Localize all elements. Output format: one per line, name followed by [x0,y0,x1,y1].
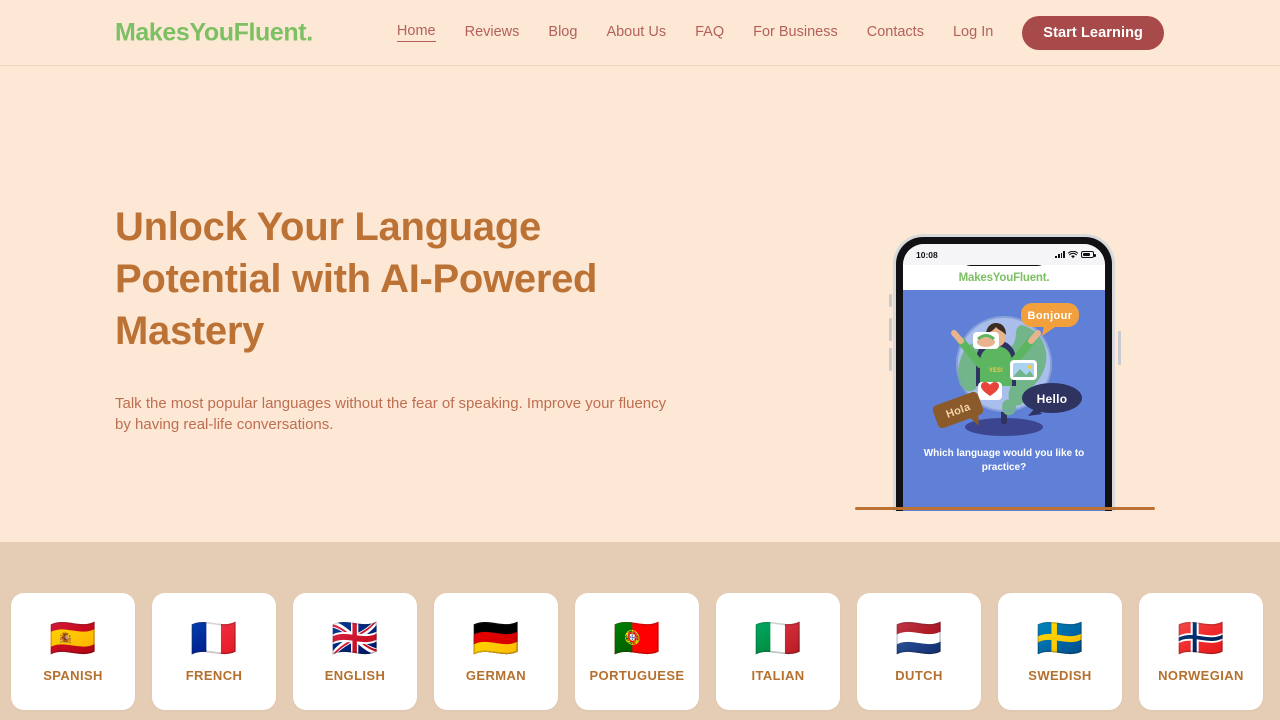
nav-item-about-us[interactable]: About Us [606,24,666,42]
language-card-label: SWEDISH [1028,668,1092,683]
site-header: MakesYouFluent. Home Reviews Blog About Us F… [0,0,1280,66]
status-time: 10:08 [916,249,938,260]
language-card-swedish[interactable]: 🇸🇪 SWEDISH [998,593,1122,710]
wifi-icon [1068,250,1078,258]
page-title: Unlock Your Language Potential with AI-P… [115,205,598,353]
language-card-label: PORTUGUESE [589,668,685,683]
app-content: YES! Bonjour Hello Hola Which language w… [903,290,1105,511]
flag-icon-swedish: 🇸🇪 [1036,618,1084,660]
svg-text:Bonjour: Bonjour [1028,310,1073,322]
language-card-german[interactable]: 🇩🇪 GERMAN [434,593,558,710]
signal-icon [1055,251,1065,258]
language-card-list: 🇪🇸 SPANISH 🇫🇷 FRENCH 🇬🇧 ENGLISH 🇩🇪 GERMAN 🇵🇹 PORT… [11,593,1263,710]
nav-items: Home Reviews Blog About Us FAQ For Business Co… [396,23,1022,42]
flag-icon-spanish: 🇪🇸 [49,618,97,660]
phone-status-bar: 10:08 [903,244,1105,265]
app-logo: MakesYouFluent. [903,265,1105,290]
phone-mockup: 10:08 MakesYouFluent. YES! Bonjour Hello… [855,166,1155,516]
nav-item-contacts[interactable]: Contacts [867,24,924,42]
language-card-label: ENGLISH [324,668,386,683]
language-card-italian[interactable]: 🇮🇹 ITALIAN [716,593,840,710]
language-card-french[interactable]: 🇫🇷 FRENCH [152,593,276,710]
phone-volume-down-button [889,348,892,371]
start-learning-button[interactable]: Start Learning [1022,15,1164,50]
phone-bezel: 10:08 MakesYouFluent. YES! Bonjour Hello… [896,237,1112,511]
flag-icon-french: 🇫🇷 [190,618,238,660]
flag-icon-italian: 🇮🇹 [754,618,802,660]
status-icons [1055,250,1096,259]
language-card-english[interactable]: 🇬🇧 ENGLISH [293,593,417,710]
phone-power-button [1118,331,1121,365]
globe-language-illustration: YES! Bonjour Hello Hola [932,303,1082,436]
nav-item-for-business[interactable]: For Business [753,24,838,42]
phone-silent-switch [889,294,892,307]
phone-frame: 10:08 MakesYouFluent. YES! Bonjour Hello… [893,234,1115,511]
language-card-norwegian[interactable]: 🇳🇴 NORWEGIAN [1139,593,1263,710]
phone-screen: 10:08 MakesYouFluent. YES! Bonjour Hello… [903,244,1105,511]
languages-section: 🇪🇸 SPANISH 🇫🇷 FRENCH 🇬🇧 ENGLISH 🇩🇪 GERMAN 🇵🇹 PORT… [0,542,1280,720]
landing-page: MakesYouFluent. Home Reviews Blog About Us F… [0,0,1280,720]
phone-shelf-line [855,507,1155,510]
language-card-label: ITALIAN [751,668,805,683]
main-navigation: Home Reviews Blog About Us FAQ For Business Co… [396,15,1164,50]
language-card-spanish[interactable]: 🇪🇸 SPANISH [11,593,135,710]
flag-icon-dutch: 🇳🇱 [895,618,943,660]
hero-copy: Unlock Your Language Potential with AI-P… [115,201,695,435]
nav-item-reviews[interactable]: Reviews [465,24,520,42]
language-card-label: SPANISH [43,668,103,683]
language-card-label: GERMAN [465,668,527,683]
svg-text:YES!: YES! [989,368,1003,374]
nav-item-home[interactable]: Home [396,23,436,42]
language-card-label: DUTCH [895,668,943,683]
flag-icon-norwegian: 🇳🇴 [1177,618,1225,660]
nav-item-log-in[interactable]: Log In [953,24,993,42]
flag-icon-portuguese: 🇵🇹 [613,618,661,660]
nav-item-faq[interactable]: FAQ [695,24,724,42]
brand-logo[interactable]: MakesYouFluent. [115,18,313,47]
battery-icon [1081,251,1096,258]
app-question-text: Which language would you like to practic… [923,448,1085,473]
hero-section: Unlock Your Language Potential with AI-P… [0,66,1280,542]
language-card-dutch[interactable]: 🇳🇱 DUTCH [857,593,981,710]
phone-volume-up-button [889,318,892,341]
language-card-label: NORWEGIAN [1158,668,1244,683]
language-card-label: FRENCH [185,668,243,683]
hero-subtitle: Talk the most popular languages without … [115,395,667,433]
svg-text:Hello: Hello [1037,392,1068,406]
nav-item-blog[interactable]: Blog [548,24,577,42]
flag-icon-german: 🇩🇪 [472,618,520,660]
language-card-portuguese[interactable]: 🇵🇹 PORTUGUESE [575,593,699,710]
flag-icon-english: 🇬🇧 [331,618,379,660]
